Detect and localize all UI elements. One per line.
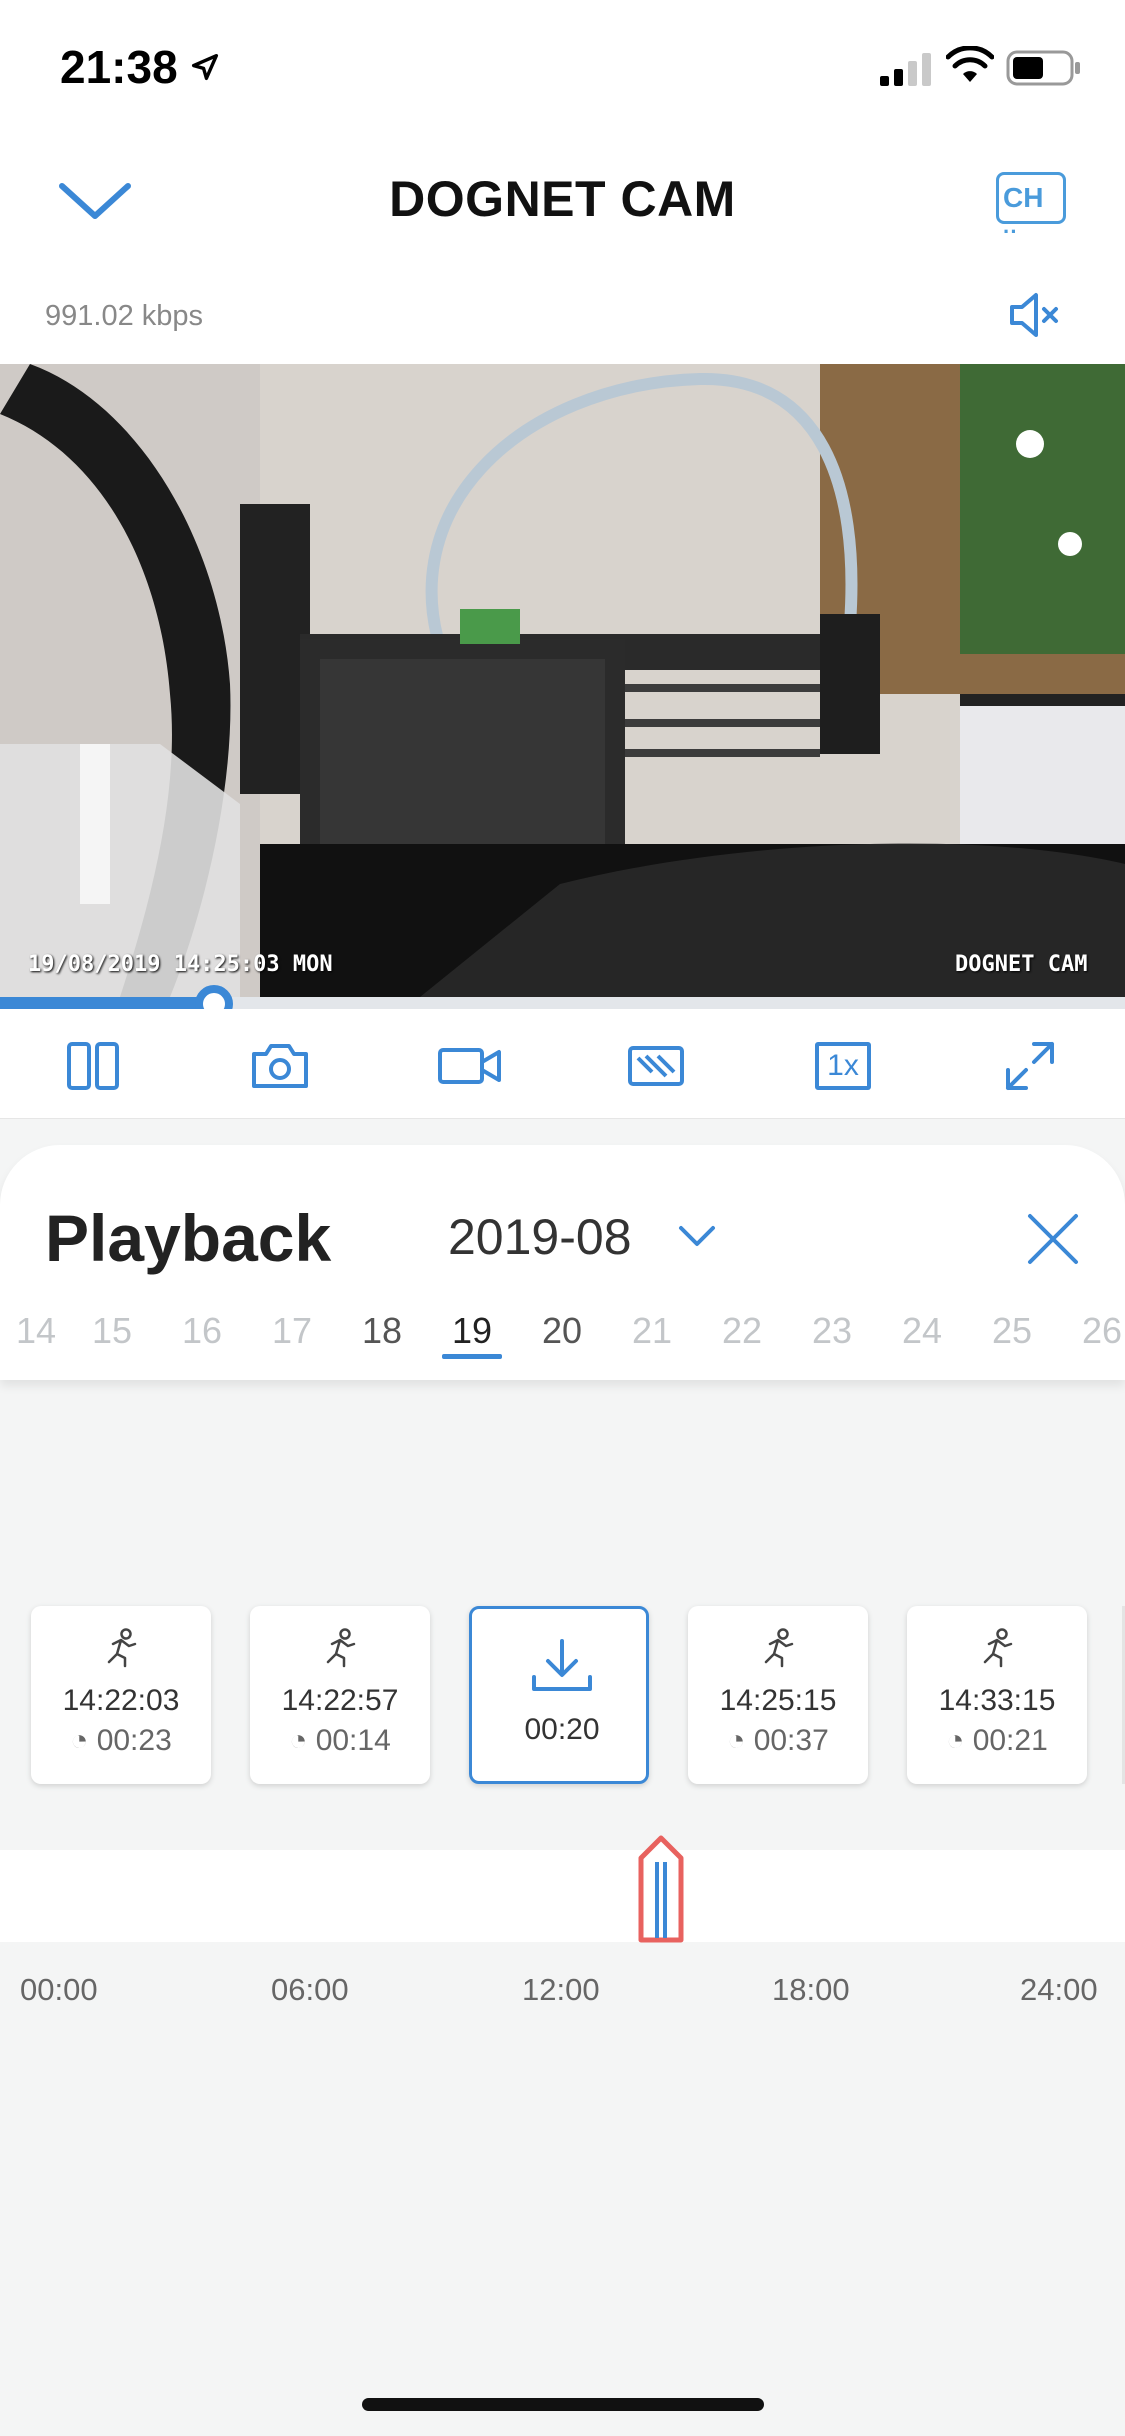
status-time: 21:38 xyxy=(60,41,178,93)
selected-day-indicator xyxy=(442,1354,502,1359)
month-selector[interactable]: 2019-08 xyxy=(448,1208,632,1266)
speaker-muted-icon[interactable] xyxy=(1004,285,1064,345)
split-view-icon[interactable] xyxy=(63,1036,123,1096)
clip-duration: 00:20 xyxy=(524,1713,600,1746)
channel-label: CH xyxy=(1003,182,1044,213)
clip-duration: ◔ 00:37 xyxy=(727,1724,829,1757)
video-record-icon[interactable] xyxy=(437,1036,503,1096)
motion-runner-icon xyxy=(107,1628,137,1668)
day-item[interactable]: 22 xyxy=(712,1310,772,1352)
video-osd-camera-name: DOGNET CAM xyxy=(955,952,1088,977)
clip-card[interactable]: 14:22:57 ◔ 00:14 xyxy=(250,1606,430,1784)
home-indicator xyxy=(362,2398,764,2411)
clip-duration: ◔ 00:21 xyxy=(946,1724,1048,1757)
playback-title: Playback xyxy=(45,1201,332,1275)
page-title: DOGNET CAM xyxy=(389,171,736,227)
cellular-signal-icon xyxy=(880,53,931,86)
timeline-label: 18:00 xyxy=(772,1972,850,2007)
day-item[interactable]: 15 xyxy=(82,1310,142,1352)
day-item[interactable]: 26 xyxy=(1072,1310,1125,1352)
camera-video-feed[interactable] xyxy=(0,364,1125,997)
clip-start-time: 14:22:03 xyxy=(62,1684,180,1717)
timeline-label: 06:00 xyxy=(271,1972,349,2007)
clip-start-time: 14:25:15 xyxy=(719,1684,837,1717)
timeline-label: 00:00 xyxy=(20,1972,98,2007)
clip-start-time: 14:22:57 xyxy=(281,1684,399,1717)
clip-card[interactable]: 14:33:15 ◔ 00:21 xyxy=(907,1606,1087,1784)
clip-duration: ◔ 00:14 xyxy=(289,1724,391,1757)
download-icon[interactable] xyxy=(528,1637,596,1697)
close-icon[interactable] xyxy=(1022,1208,1084,1270)
battery-icon xyxy=(1006,50,1080,86)
playback-speed-button[interactable]: 1x xyxy=(815,1042,871,1090)
day-item[interactable]: 14 xyxy=(6,1310,66,1352)
wifi-icon xyxy=(946,46,994,82)
timeline-position-marker[interactable] xyxy=(636,1832,686,1947)
timeline-label: 12:00 xyxy=(522,1972,600,2007)
playback-progress-fill xyxy=(0,997,214,1009)
clock-icon: ◔ xyxy=(289,1724,316,1757)
clock-icon: ◔ xyxy=(727,1724,754,1757)
camera-snapshot-icon[interactable] xyxy=(250,1036,310,1096)
day-item[interactable]: 16 xyxy=(172,1310,232,1352)
hd-quality-icon[interactable] xyxy=(626,1036,686,1096)
clip-card-download[interactable]: 00:20 xyxy=(469,1606,649,1784)
speed-label: 1x xyxy=(827,1049,859,1082)
video-toolbar xyxy=(0,1009,1125,1119)
clock-icon: ◔ xyxy=(70,1724,97,1757)
clip-card[interactable]: 14:25:15 ◔ 00:37 xyxy=(688,1606,868,1784)
location-arrow-icon xyxy=(191,53,219,81)
motion-runner-icon xyxy=(983,1628,1013,1668)
day-item[interactable]: 23 xyxy=(802,1310,862,1352)
day-item[interactable]: 21 xyxy=(622,1310,682,1352)
clip-start-time: 14:33:15 xyxy=(938,1684,1056,1717)
motion-runner-icon xyxy=(326,1628,356,1668)
day-item[interactable]: 25 xyxy=(982,1310,1042,1352)
bitrate-readout: 991.02 kbps xyxy=(45,300,204,332)
day-item[interactable]: 20 xyxy=(532,1310,592,1352)
timeline-label: 24:00 xyxy=(1020,1972,1098,2007)
day-item[interactable]: 18 xyxy=(352,1310,412,1352)
video-osd-datetime: 19/08/2019 14:25:03 MON xyxy=(28,952,333,977)
channel-switch-button[interactable]: CH ·· xyxy=(996,172,1066,244)
clip-duration: ◔ 00:23 xyxy=(70,1724,172,1757)
clock-icon: ◔ xyxy=(946,1724,973,1757)
motion-runner-icon xyxy=(764,1628,794,1668)
day-item[interactable]: 17 xyxy=(262,1310,322,1352)
month-dropdown-chevron-icon[interactable] xyxy=(675,1218,719,1252)
timeline-track[interactable] xyxy=(0,1850,1125,1942)
fullscreen-icon[interactable] xyxy=(1000,1036,1060,1096)
day-item-selected[interactable]: 19 xyxy=(442,1310,502,1352)
clip-card[interactable]: 14:22:03 ◔ 00:23 xyxy=(31,1606,211,1784)
video-frame-image xyxy=(0,364,1125,997)
day-item[interactable]: 24 xyxy=(892,1310,952,1352)
